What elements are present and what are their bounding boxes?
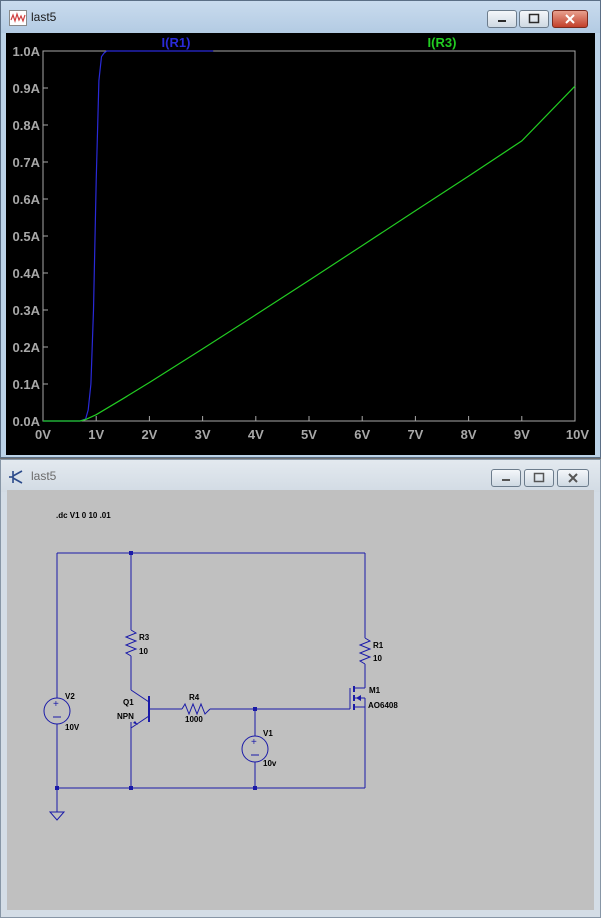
waveform-app-icon bbox=[9, 10, 27, 26]
minimize-icon bbox=[502, 479, 510, 481]
y-tick-label: 0.4A bbox=[13, 266, 41, 281]
v2-plus-sign: + bbox=[53, 699, 59, 710]
v1-value: 10v bbox=[263, 759, 277, 768]
plot-window-title: last5 bbox=[31, 10, 57, 24]
q1-name: Q1 bbox=[123, 698, 134, 707]
schematic-maximize-button[interactable] bbox=[524, 469, 554, 487]
x-tick-label: 4V bbox=[248, 427, 264, 442]
x-tick-label: 8V bbox=[461, 427, 477, 442]
x-tick-label: 7V bbox=[407, 427, 423, 442]
minimize-button[interactable] bbox=[487, 10, 517, 28]
y-tick-label: 1.0A bbox=[13, 44, 41, 59]
schematic-window-title: last5 bbox=[31, 469, 57, 483]
y-tick-label: 0.9A bbox=[13, 81, 41, 96]
y-tick-label: 0.6A bbox=[13, 192, 41, 207]
schematic-close-button[interactable] bbox=[557, 469, 589, 487]
r4-name: R4 bbox=[189, 693, 200, 702]
legend-entry-ir1: I(R1) bbox=[162, 35, 191, 50]
schematic-canvas[interactable]: .dc V1 0 10 .01 R3 10 R1 10 R4 1000 Q1 N… bbox=[7, 490, 594, 910]
x-tick-label: 3V bbox=[195, 427, 211, 442]
schematic-minimize-button[interactable] bbox=[491, 469, 521, 487]
legend-entry-ir3: I(R3) bbox=[428, 35, 457, 50]
x-tick-label: 2V bbox=[141, 427, 157, 442]
v1-plus-sign: + bbox=[251, 737, 257, 748]
x-tick-label: 9V bbox=[514, 427, 530, 442]
y-tick-label: 0.3A bbox=[13, 303, 41, 318]
r1-name: R1 bbox=[373, 641, 384, 650]
x-tick-label: 5V bbox=[301, 427, 317, 442]
m1-value: AO6408 bbox=[368, 701, 398, 710]
r3-value: 10 bbox=[139, 647, 148, 656]
waveform-plot[interactable]: 0.0A0.1A0.2A0.3A0.4A0.5A0.6A0.7A0.8A0.9A… bbox=[6, 33, 595, 455]
plot-window: last5 0.0A 0.1A 0.2A 0.3A 0.4A 0.5A 0.6A 0.7A 0.… bbox=[0, 0, 601, 458]
x-tick-label: 10V bbox=[566, 427, 589, 442]
schematic-window-titlebar[interactable]: last5 bbox=[1, 460, 600, 492]
m1-name: M1 bbox=[369, 686, 381, 695]
close-icon bbox=[568, 473, 578, 483]
r3-name: R3 bbox=[139, 633, 150, 642]
v1-name: V1 bbox=[263, 729, 273, 738]
transistor-app-icon bbox=[9, 470, 23, 484]
r4-value: 1000 bbox=[185, 715, 203, 724]
v2-value: 10V bbox=[65, 723, 80, 732]
y-tick-label: 0.1A bbox=[13, 377, 41, 392]
v2-name: V2 bbox=[65, 692, 75, 701]
close-button[interactable] bbox=[552, 10, 588, 28]
maximize-icon bbox=[528, 13, 540, 24]
x-tick-label: 6V bbox=[354, 427, 370, 442]
minimize-icon bbox=[498, 20, 506, 22]
x-tick-label: 0V bbox=[35, 427, 51, 442]
y-tick-label: 0.7A bbox=[13, 155, 41, 170]
maximize-icon bbox=[533, 472, 545, 483]
q1-value: NPN bbox=[117, 712, 134, 721]
close-icon bbox=[565, 14, 575, 24]
y-tick-label: 0.8A bbox=[13, 118, 41, 133]
y-tick-label: 0.2A bbox=[13, 340, 41, 355]
plot-window-titlebar[interactable]: last5 bbox=[1, 1, 600, 33]
r1-value: 10 bbox=[373, 654, 382, 663]
dc-directive[interactable]: .dc V1 0 10 .01 bbox=[56, 511, 111, 520]
y-tick-label: 0.5A bbox=[13, 229, 41, 244]
maximize-button[interactable] bbox=[519, 10, 549, 28]
x-tick-label: 1V bbox=[88, 427, 104, 442]
